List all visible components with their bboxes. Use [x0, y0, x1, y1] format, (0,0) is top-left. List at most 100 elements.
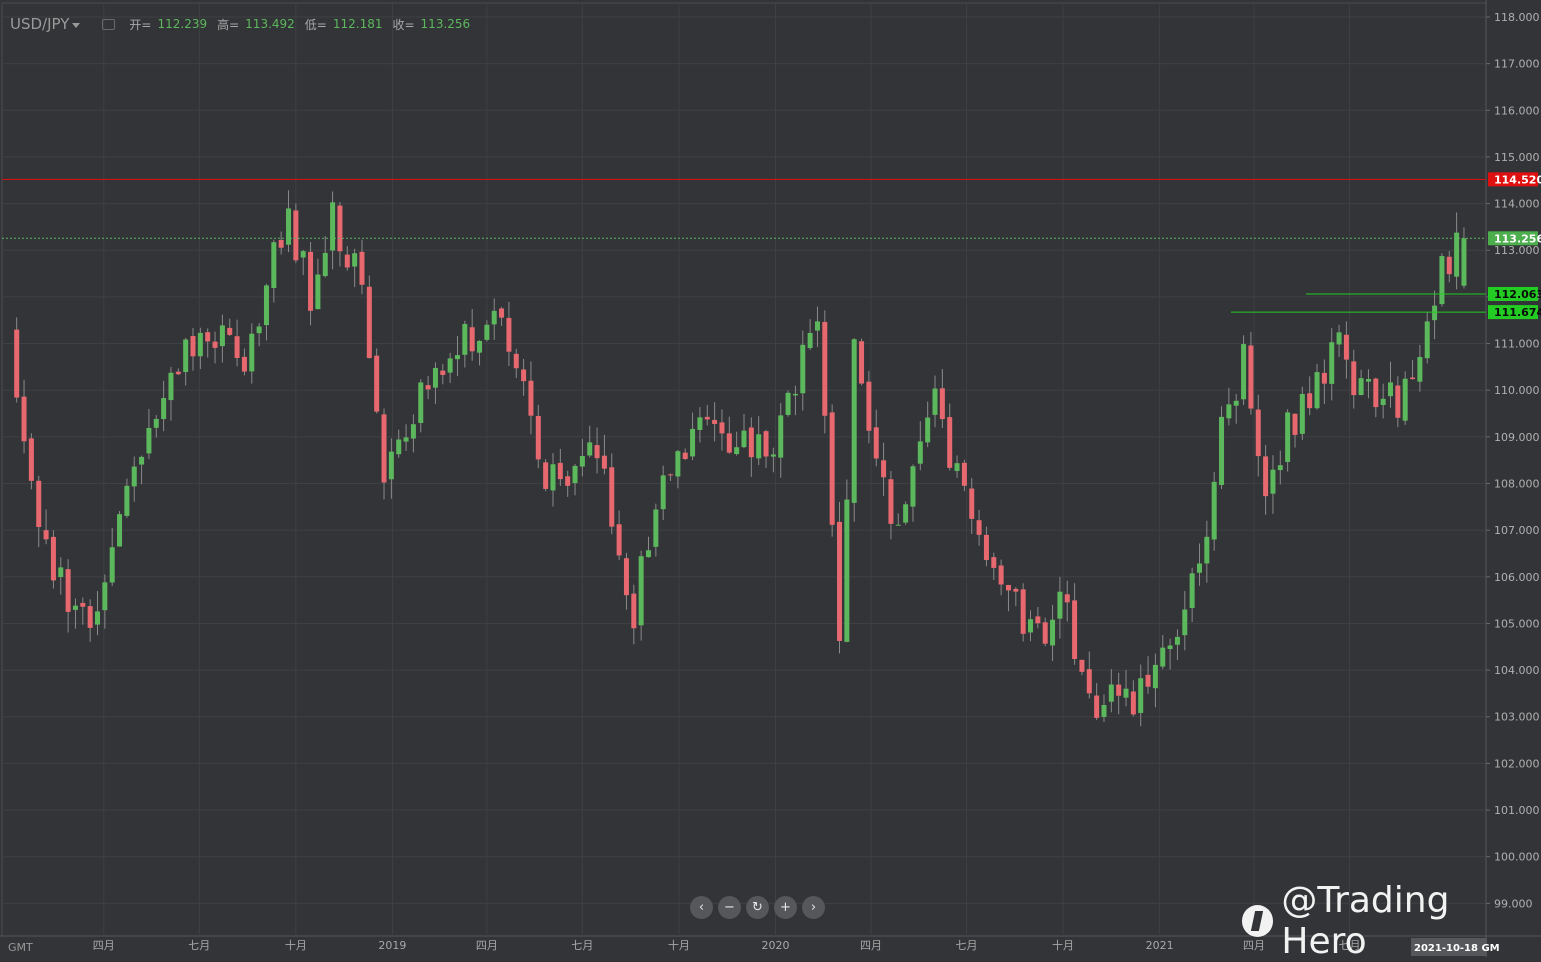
- scroll-left-button[interactable]: ‹: [690, 896, 713, 919]
- candle-up: [271, 242, 277, 289]
- symbol-name: USD/JPY: [10, 15, 70, 33]
- visibility-toggle-icon[interactable]: [102, 18, 116, 30]
- candle-up: [330, 202, 336, 251]
- candle-up: [286, 208, 292, 245]
- candle-up: [756, 434, 762, 459]
- candle-up: [418, 382, 424, 423]
- candle-down: [1307, 393, 1313, 409]
- y-tick-label: 100.000: [1494, 851, 1540, 864]
- chart-header: USD/JPY 开= 112.239 高= 113.492 低= 112.181…: [10, 13, 474, 35]
- candle-up: [807, 332, 813, 349]
- candle-down: [521, 369, 527, 382]
- candle-down: [513, 353, 519, 369]
- candle-up: [219, 325, 225, 347]
- candle-up: [697, 417, 703, 430]
- price-level-label: 114.520: [1494, 173, 1541, 186]
- candle-up: [785, 392, 791, 415]
- candle-up: [1299, 393, 1305, 434]
- candle-down: [1373, 378, 1379, 408]
- candle-up: [95, 611, 101, 625]
- candle-up: [153, 418, 159, 428]
- candle-down: [829, 412, 835, 525]
- candle-down: [241, 356, 247, 372]
- candle-up: [660, 475, 666, 510]
- candle-down: [1130, 691, 1136, 715]
- x-tick-label: 十月: [668, 938, 690, 952]
- zoom-in-button[interactable]: +: [774, 896, 797, 919]
- candle-down: [1145, 674, 1151, 687]
- x-tick-label: 2019: [378, 939, 406, 952]
- candle-down: [939, 388, 945, 420]
- candle-down: [14, 329, 20, 398]
- candle-down: [1094, 695, 1100, 718]
- candle-up: [1189, 573, 1195, 609]
- candle-up: [770, 454, 776, 457]
- candle-down: [212, 341, 218, 348]
- candle-up: [1380, 398, 1386, 405]
- candle-down: [1116, 684, 1122, 696]
- candle-up: [491, 310, 497, 325]
- candle-up: [410, 424, 416, 439]
- x-tick-label: 七月: [571, 939, 593, 952]
- candle-up: [161, 398, 167, 420]
- watermark-logo-icon: [1242, 905, 1274, 937]
- x-tick-label: 四月: [476, 939, 498, 952]
- candle-down: [227, 327, 233, 335]
- candle-down: [1321, 372, 1327, 384]
- symbol-selector[interactable]: USD/JPY: [10, 15, 81, 33]
- candle-down: [888, 479, 894, 524]
- candle-down: [175, 371, 181, 375]
- candle-down: [631, 593, 637, 629]
- candle-up: [1108, 684, 1114, 702]
- chart-navigation: ‹ − ↻ + ›: [690, 896, 825, 919]
- candle-up: [146, 427, 152, 454]
- x-tick-label: 四月: [93, 939, 115, 952]
- candle-up: [1050, 619, 1056, 646]
- price-level-label: 112.063: [1494, 288, 1541, 301]
- candle-up: [131, 466, 137, 487]
- low-label: 低=: [304, 17, 327, 32]
- candle-down: [668, 474, 674, 476]
- candle-up: [403, 437, 409, 442]
- candle-down: [947, 417, 953, 468]
- candle-down: [1086, 669, 1092, 694]
- scroll-right-button[interactable]: ›: [802, 896, 825, 919]
- candle-down: [469, 327, 475, 352]
- candlestick-chart[interactable]: 99.000100.000101.000102.000103.000104.00…: [0, 0, 1541, 957]
- price-level-label: 111.674: [1494, 306, 1541, 319]
- candle-down: [374, 355, 380, 412]
- candle-up: [645, 550, 651, 558]
- y-tick-label: 115.000: [1494, 151, 1540, 164]
- candle-up: [572, 465, 578, 484]
- candle-down: [763, 431, 769, 457]
- candle-down: [535, 415, 541, 460]
- candle-down: [21, 396, 27, 442]
- candle-up: [1439, 256, 1445, 305]
- candle-up: [109, 547, 115, 583]
- timezone-label: GMT: [8, 941, 33, 954]
- watermark-text: @Trading Hero: [1281, 880, 1450, 962]
- candle-up: [1152, 664, 1158, 689]
- x-tick-label: 十月: [1052, 938, 1074, 952]
- candle-up: [579, 456, 585, 467]
- candle-up: [800, 344, 806, 394]
- y-tick-label: 101.000: [1494, 804, 1540, 817]
- candle-up: [300, 251, 306, 258]
- candle-up: [58, 567, 64, 578]
- candle-up: [197, 332, 203, 357]
- high-label: 高=: [217, 17, 240, 32]
- open-value: 112.239: [157, 17, 208, 31]
- candle-up: [1123, 688, 1129, 698]
- reset-button[interactable]: ↻: [746, 896, 769, 919]
- candle-down: [36, 480, 42, 527]
- candle-up: [1424, 321, 1430, 359]
- candle-down: [1248, 345, 1254, 409]
- candle-down: [1292, 413, 1298, 435]
- candle-up: [396, 439, 402, 455]
- candle-up: [851, 339, 857, 503]
- candle-up: [1219, 416, 1225, 485]
- candle-up: [256, 326, 262, 334]
- zoom-out-button[interactable]: −: [718, 896, 741, 919]
- y-tick-label: 118.000: [1494, 11, 1540, 24]
- candle-down: [983, 534, 989, 560]
